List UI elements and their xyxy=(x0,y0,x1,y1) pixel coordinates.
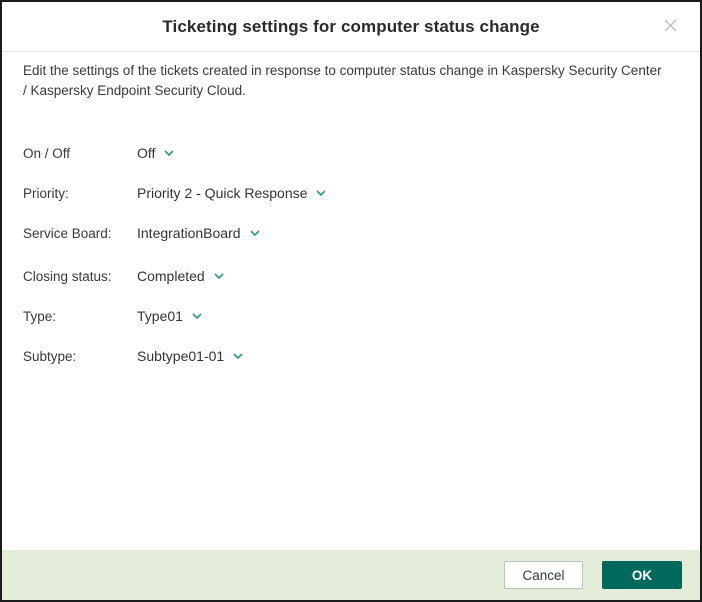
dialog-description: Edit the settings of the tickets created… xyxy=(23,63,662,98)
form-row-subtype: Subtype: Subtype01-01 xyxy=(23,346,670,366)
dialog-footer: Cancel OK xyxy=(2,550,700,600)
service-board-dropdown[interactable]: IntegrationBoard xyxy=(137,225,260,241)
service-board-value: IntegrationBoard xyxy=(137,225,241,241)
on-off-value: Off xyxy=(137,145,156,161)
closing-status-value: Completed xyxy=(137,268,205,284)
chevron-down-icon xyxy=(233,353,243,360)
closing-status-dropdown[interactable]: Completed xyxy=(137,268,224,284)
dialog-title: Ticketing settings for computer status c… xyxy=(162,16,540,36)
form-row-type: Type: Type01 xyxy=(23,306,670,326)
form-row-on-off: On / Off Off xyxy=(23,143,670,163)
type-value: Type01 xyxy=(137,308,183,324)
type-dropdown[interactable]: Type01 xyxy=(137,308,202,324)
ok-button[interactable]: OK xyxy=(602,561,682,589)
closing-status-label: Closing status: xyxy=(23,268,112,284)
priority-label: Priority: xyxy=(23,185,69,201)
settings-form: On / Off Off Priority: Priority 2 - Quic… xyxy=(23,143,670,366)
chevron-down-icon xyxy=(192,313,202,320)
subtype-label: Subtype: xyxy=(23,348,77,364)
chevron-down-icon xyxy=(164,150,174,157)
form-row-service-board: Service Board: IntegrationBoard xyxy=(23,223,670,243)
close-button[interactable] xyxy=(662,19,678,35)
priority-dropdown[interactable]: Priority 2 - Quick Response xyxy=(137,185,326,201)
dialog-header: Ticketing settings for computer status c… xyxy=(2,2,700,52)
priority-value: Priority 2 - Quick Response xyxy=(137,185,308,201)
on-off-label: On / Off xyxy=(23,145,71,161)
form-row-priority: Priority: Priority 2 - Quick Response xyxy=(23,183,670,203)
cancel-button[interactable]: Cancel xyxy=(504,561,583,589)
chevron-down-icon xyxy=(249,230,260,237)
form-row-closing-status: Closing status: Completed xyxy=(23,266,670,286)
chevron-down-icon xyxy=(214,273,224,280)
close-icon xyxy=(664,19,677,35)
type-label: Type: xyxy=(23,308,57,324)
subtype-value: Subtype01-01 xyxy=(137,348,225,364)
dialog-body: Edit the settings of the tickets created… xyxy=(2,52,700,550)
ticketing-settings-dialog: Ticketing settings for computer status c… xyxy=(0,0,702,602)
subtype-dropdown[interactable]: Subtype01-01 xyxy=(137,348,243,364)
on-off-dropdown[interactable]: Off xyxy=(137,145,174,161)
service-board-label: Service Board: xyxy=(23,225,112,241)
chevron-down-icon xyxy=(316,190,326,197)
